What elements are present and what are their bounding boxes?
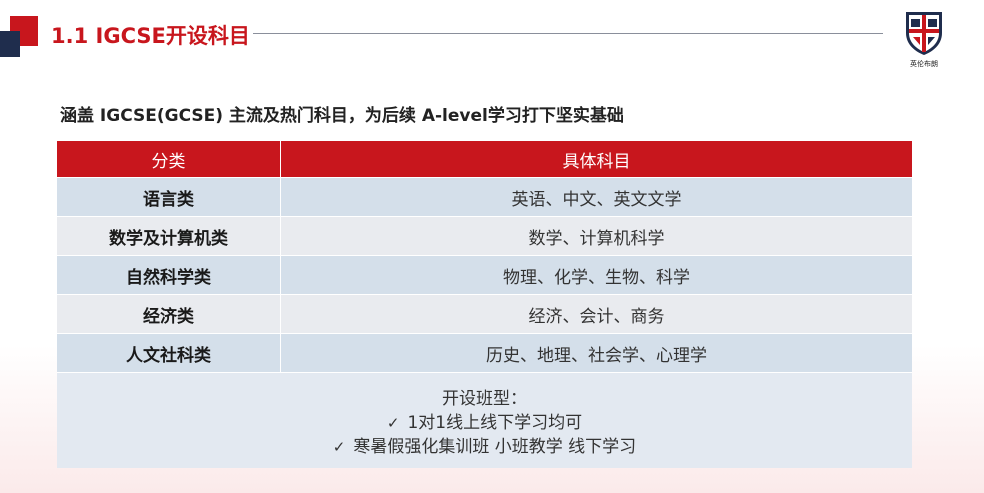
check-icon: ✓ xyxy=(386,414,400,432)
check-icon: ✓ xyxy=(332,438,346,456)
decor-navy-square xyxy=(0,31,20,57)
class-type-text: 寒暑假强化集训班 小班教学 线下学习 xyxy=(353,437,637,457)
column-header-category: 分类 xyxy=(57,141,281,177)
header-divider xyxy=(253,33,883,34)
row-category: 经济类 xyxy=(57,295,281,333)
table-row: 经济类 经济、会计、商务 xyxy=(57,294,912,333)
table-row: 自然科学类 物理、化学、生物、科学 xyxy=(57,255,912,294)
table-header: 分类 具体科目 xyxy=(57,141,912,177)
page-title: 1.1 IGCSE开设科目 xyxy=(51,24,250,48)
row-subjects: 英语、中文、英文文学 xyxy=(511,189,682,210)
table-row: 语言类 英语、中文、英文文学 xyxy=(57,177,912,216)
table-row: 数学及计算机类 数学、计算机科学 xyxy=(57,216,912,255)
row-subjects: 物理、化学、生物、科学 xyxy=(503,267,690,288)
class-types-box: 开设班型： ✓ 1对1线上线下学习均可 ✓ 寒暑假强化集训班 小班教学 线下学习 xyxy=(57,372,912,468)
class-type-text: 1对1线上线下学习均可 xyxy=(407,413,583,433)
column-header-subjects: 具体科目 xyxy=(562,151,631,172)
table-row: 人文社科类 历史、地理、社会学、心理学 xyxy=(57,333,912,372)
row-category: 自然科学类 xyxy=(57,256,281,294)
class-types-title: 开设班型： xyxy=(442,389,527,409)
class-type-item: ✓ 寒暑假强化集训班 小班教学 线下学习 xyxy=(333,435,636,459)
brand-logo: 英伦布朗 xyxy=(903,9,945,71)
logo-text: 英伦布朗 xyxy=(910,60,938,68)
row-subjects: 经济、会计、商务 xyxy=(528,306,665,327)
row-subjects: 数学、计算机科学 xyxy=(528,228,665,249)
row-category: 人文社科类 xyxy=(57,334,281,372)
page-subtitle: 涵盖 IGCSE(GCSE) 主流及热门科目，为后续 A-level学习打下坚实… xyxy=(60,106,624,126)
row-category: 数学及计算机类 xyxy=(57,217,281,255)
class-type-item: ✓ 1对1线上线下学习均可 xyxy=(387,411,582,435)
subjects-table: 分类 具体科目 语言类 英语、中文、英文文学 数学及计算机类 数学、计算机科学 … xyxy=(57,141,912,468)
shield-crest-icon xyxy=(906,12,942,55)
row-category: 语言类 xyxy=(57,178,281,216)
row-subjects: 历史、地理、社会学、心理学 xyxy=(486,345,707,366)
